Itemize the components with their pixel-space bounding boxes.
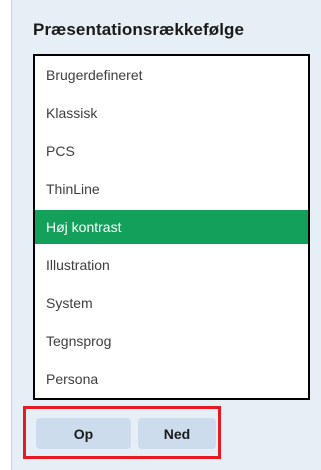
- list-item-brugerdefineret[interactable]: Brugerdefineret: [35, 58, 308, 92]
- list-item-klassisk[interactable]: Klassisk: [35, 96, 308, 130]
- move-down-button[interactable]: Ned: [138, 418, 216, 449]
- list-item-persona[interactable]: Persona: [35, 362, 308, 396]
- move-up-button[interactable]: Op: [36, 418, 131, 449]
- reorder-buttons-group: Op Ned: [23, 406, 221, 459]
- list-item-hoej-kontrast[interactable]: Høj kontrast: [35, 210, 308, 244]
- presentation-order-panel: Præsentationsrækkefølge Brugerdefineret …: [11, 0, 321, 470]
- list-item-thinline[interactable]: ThinLine: [35, 172, 308, 206]
- presentation-order-list[interactable]: Brugerdefineret Klassisk PCS ThinLine Hø…: [33, 54, 310, 400]
- list-item-tegnsprog[interactable]: Tegnsprog: [35, 324, 308, 358]
- list-item-system[interactable]: System: [35, 286, 308, 320]
- list-item-pcs[interactable]: PCS: [35, 134, 308, 168]
- panel-title: Præsentationsrækkefølge: [33, 20, 245, 39]
- list-item-illustration[interactable]: Illustration: [35, 248, 308, 282]
